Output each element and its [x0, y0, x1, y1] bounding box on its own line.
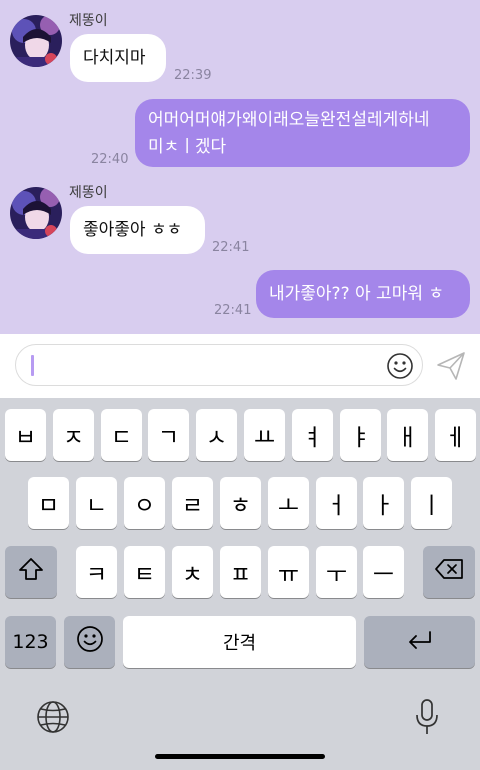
space-key[interactable]: 간격	[123, 616, 356, 668]
shift-key[interactable]	[5, 546, 57, 598]
home-indicator[interactable]	[155, 754, 325, 759]
text-caret	[31, 355, 34, 376]
return-key[interactable]	[364, 616, 475, 668]
message-text: 다치지마	[83, 48, 146, 68]
backspace-key[interactable]	[423, 546, 475, 598]
avatar[interactable]	[10, 187, 62, 239]
chat-area[interactable]: 제똥이 다치지마 22:39 22:40 어머어머얘가왜이래오늘완전설레게하네 …	[0, 0, 480, 334]
message-time: 22:41	[212, 240, 250, 255]
globe-icon[interactable]	[36, 700, 70, 738]
emoji-key-icon	[76, 625, 104, 659]
emoji-icon[interactable]	[386, 352, 414, 384]
key[interactable]: ㅡ	[363, 546, 404, 598]
key[interactable]: ㅣ	[411, 477, 452, 529]
mic-icon[interactable]	[414, 698, 440, 740]
key[interactable]: ㄴ	[76, 477, 117, 529]
key[interactable]: ㅑ	[340, 409, 381, 461]
sender-name: 제똥이	[69, 13, 108, 29]
key[interactable]: ㅗ	[268, 477, 309, 529]
shift-icon	[18, 557, 44, 587]
key[interactable]: ㅋ	[76, 546, 117, 598]
key[interactable]: ㅜ	[316, 546, 357, 598]
key[interactable]: ㅓ	[316, 477, 357, 529]
key[interactable]: ㅌ	[124, 546, 165, 598]
send-icon[interactable]	[436, 351, 466, 385]
key[interactable]: ㅠ	[268, 546, 309, 598]
key[interactable]: ㄹ	[172, 477, 213, 529]
sent-message-bubble[interactable]: 내가좋아?? 아 고마워 ㅎ	[256, 270, 470, 318]
key[interactable]: ㄱ	[148, 409, 189, 461]
received-message-bubble[interactable]: 좋아좋아 ㅎㅎ	[70, 206, 205, 254]
message-text-line-1: 어머어머얘가왜이래오늘완전설레게하네	[148, 110, 430, 130]
key[interactable]: ㄷ	[101, 409, 142, 461]
key[interactable]: ㅍ	[220, 546, 261, 598]
return-icon	[407, 629, 433, 655]
key[interactable]: ㅐ	[387, 409, 428, 461]
key[interactable]: ㅇ	[124, 477, 165, 529]
message-time: 22:39	[174, 68, 212, 83]
received-message-bubble[interactable]: 다치지마	[70, 34, 166, 82]
key[interactable]: ㅏ	[363, 477, 404, 529]
message-input[interactable]	[38, 345, 382, 387]
message-text: 내가좋아?? 아 고마워 ㅎ	[269, 284, 445, 304]
key[interactable]: ㅅ	[196, 409, 237, 461]
key[interactable]: ㅎ	[220, 477, 261, 529]
message-text: 좋아좋아 ㅎㅎ	[83, 220, 183, 240]
key[interactable]: ㅂ	[5, 409, 46, 461]
backspace-icon	[434, 558, 464, 586]
numbers-key[interactable]: 123	[5, 616, 56, 668]
sent-message-bubble[interactable]: 어머어머얘가왜이래오늘완전설레게하네 미ㅊㅣ겠다	[135, 99, 470, 167]
key[interactable]: ㅊ	[172, 546, 213, 598]
key[interactable]: ㅈ	[53, 409, 94, 461]
message-field[interactable]	[15, 344, 423, 387]
message-input-bar	[0, 334, 480, 398]
emoji-key[interactable]	[64, 616, 115, 668]
key[interactable]: ㅁ	[28, 477, 69, 529]
key[interactable]: ㅕ	[292, 409, 333, 461]
key[interactable]: ㅛ	[244, 409, 285, 461]
message-time: 22:41	[214, 303, 252, 318]
key[interactable]: ㅔ	[435, 409, 476, 461]
avatar[interactable]	[10, 15, 62, 67]
sender-name: 제똥이	[69, 185, 108, 201]
message-time: 22:40	[91, 152, 129, 167]
message-text-line-2: 미ㅊㅣ겠다	[148, 137, 227, 157]
